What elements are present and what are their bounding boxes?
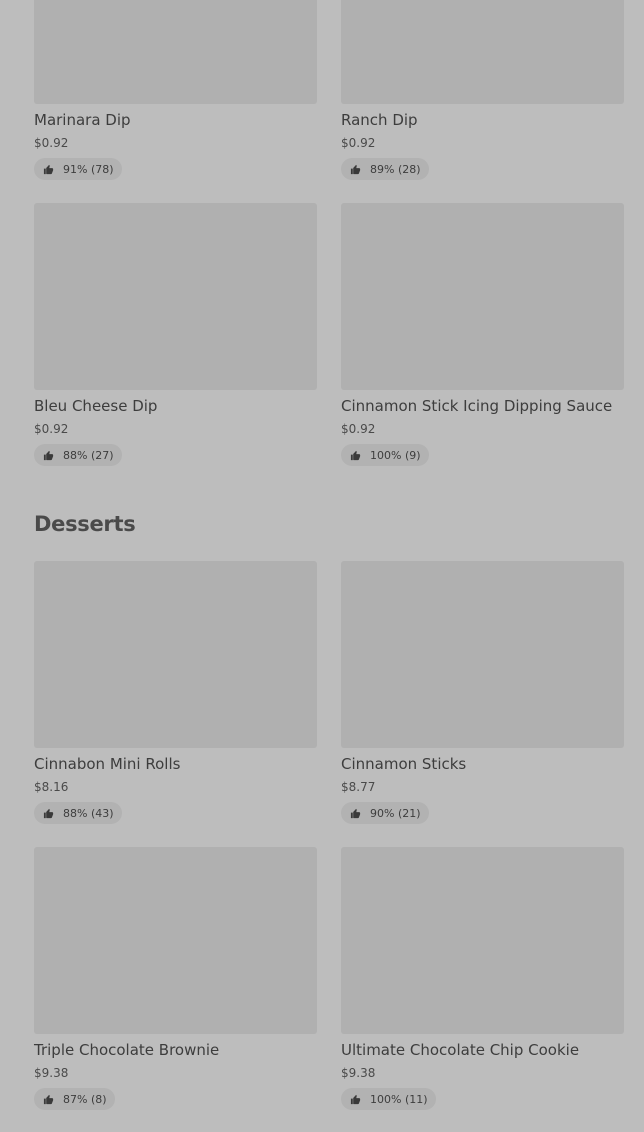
rating-badge: 88% (27) bbox=[34, 444, 122, 466]
menu-item-card[interactable]: Triple Chocolate Brownie $9.38 87% (8) bbox=[34, 847, 317, 1110]
rating-badge: 100% (9) bbox=[341, 444, 429, 466]
thumbs-up-icon bbox=[43, 1094, 54, 1104]
rating-text: 87% (8) bbox=[63, 1092, 107, 1106]
item-image[interactable] bbox=[341, 847, 624, 1034]
item-image[interactable] bbox=[34, 0, 317, 104]
item-name: Cinnabon Mini Rolls bbox=[34, 755, 181, 773]
menu-item-card[interactable]: Cinnamon Sticks $8.77 90% (21) bbox=[341, 561, 624, 824]
item-price: $9.38 bbox=[34, 1066, 69, 1080]
item-name: Ranch Dip bbox=[341, 111, 418, 129]
menu-item-card[interactable]: Ultimate Chocolate Chip Cookie $9.38 100… bbox=[341, 847, 624, 1110]
section-title-desserts: Desserts bbox=[34, 512, 136, 536]
thumbs-up-icon bbox=[43, 164, 54, 174]
item-image[interactable] bbox=[341, 561, 624, 748]
rating-text: 100% (9) bbox=[370, 448, 421, 462]
item-image[interactable] bbox=[34, 847, 317, 1034]
rating-text: 88% (43) bbox=[63, 806, 114, 820]
thumbs-up-icon bbox=[350, 1094, 361, 1104]
rating-text: 90% (21) bbox=[370, 806, 421, 820]
item-price: $0.92 bbox=[341, 136, 376, 150]
item-name: Cinnamon Sticks bbox=[341, 755, 467, 773]
item-price: $0.92 bbox=[341, 422, 376, 436]
rating-text: 100% (11) bbox=[370, 1092, 428, 1106]
thumbs-up-icon bbox=[350, 164, 361, 174]
menu-item-card[interactable]: Ranch Dip $0.92 89% (28) bbox=[341, 0, 624, 180]
item-name: Cinnamon Stick Icing Dipping Sauce bbox=[341, 397, 613, 415]
item-image[interactable] bbox=[34, 561, 317, 748]
menu-item-card[interactable]: Marinara Dip $0.92 91% (78) bbox=[34, 0, 317, 180]
item-price: $0.92 bbox=[34, 136, 69, 150]
menu-item-card[interactable]: Cinnamon Stick Icing Dipping Sauce $0.92… bbox=[341, 203, 624, 466]
item-image[interactable] bbox=[341, 203, 624, 390]
rating-text: 91% (78) bbox=[63, 162, 114, 176]
item-price: $9.38 bbox=[341, 1066, 376, 1080]
item-name: Triple Chocolate Brownie bbox=[34, 1041, 220, 1059]
item-price: $8.77 bbox=[341, 780, 376, 794]
thumbs-up-icon bbox=[43, 808, 54, 818]
rating-badge: 89% (28) bbox=[341, 158, 429, 180]
rating-text: 88% (27) bbox=[63, 448, 114, 462]
desserts-grid: Cinnabon Mini Rolls $8.16 88% (43) Cinna… bbox=[34, 561, 624, 1110]
rating-badge: 87% (8) bbox=[34, 1088, 115, 1110]
rating-badge: 91% (78) bbox=[34, 158, 122, 180]
thumbs-up-icon bbox=[350, 808, 361, 818]
item-price: $0.92 bbox=[34, 422, 69, 436]
item-name: Marinara Dip bbox=[34, 111, 131, 129]
item-image[interactable] bbox=[341, 0, 624, 104]
item-name: Bleu Cheese Dip bbox=[34, 397, 158, 415]
menu-item-card[interactable]: Bleu Cheese Dip $0.92 88% (27) bbox=[34, 203, 317, 466]
dips-grid: Marinara Dip $0.92 91% (78) Ranch Dip $0… bbox=[34, 0, 624, 466]
thumbs-up-icon bbox=[350, 450, 361, 460]
thumbs-up-icon bbox=[43, 450, 54, 460]
item-price: $8.16 bbox=[34, 780, 69, 794]
rating-badge: 90% (21) bbox=[341, 802, 429, 824]
rating-badge: 100% (11) bbox=[341, 1088, 436, 1110]
menu-item-card[interactable]: Cinnabon Mini Rolls $8.16 88% (43) bbox=[34, 561, 317, 824]
item-image[interactable] bbox=[34, 203, 317, 390]
rating-text: 89% (28) bbox=[370, 162, 421, 176]
menu-page: Marinara Dip $0.92 91% (78) Ranch Dip $0… bbox=[0, 0, 644, 1132]
item-name: Ultimate Chocolate Chip Cookie bbox=[341, 1041, 580, 1059]
rating-badge: 88% (43) bbox=[34, 802, 122, 824]
